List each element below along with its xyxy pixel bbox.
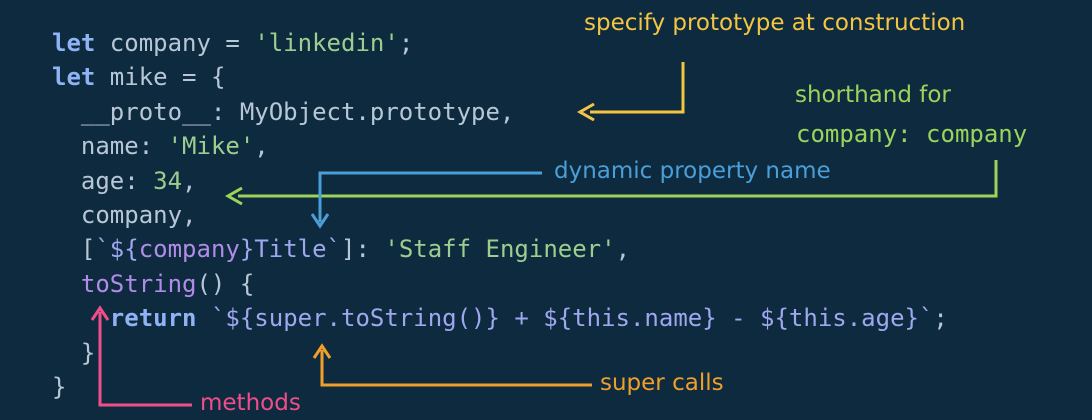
methods-annotation: methods xyxy=(200,390,301,416)
proto-annotation: specify prototype at construction xyxy=(584,10,966,36)
methods-arrow-path xyxy=(98,312,192,407)
proto-arrow-path xyxy=(590,62,685,114)
super-arrow-path xyxy=(320,350,592,387)
shorthand-annotation-code: company: company xyxy=(796,120,1028,148)
dynamic-annotation: dynamic property name xyxy=(554,158,831,184)
annotation-arrows xyxy=(90,62,998,407)
shorthand-annotation-title: shorthand for xyxy=(795,82,951,108)
super-annotation: super calls xyxy=(600,370,724,396)
